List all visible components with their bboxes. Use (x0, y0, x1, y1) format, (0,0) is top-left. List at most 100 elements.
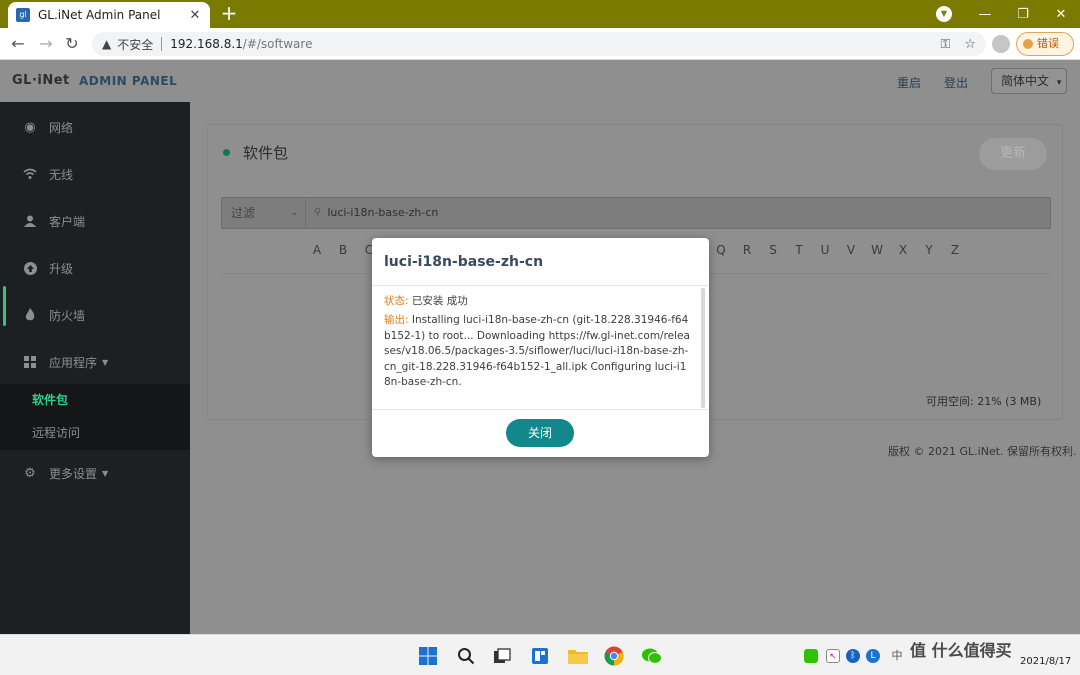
error-button[interactable]: 错误 (1016, 32, 1074, 56)
browser-tab[interactable]: gl GL.iNet Admin Panel ✕ (8, 2, 210, 28)
sidebar-item-label: 网络 (49, 120, 74, 135)
reload-icon[interactable]: ↻ (60, 32, 84, 56)
search-icon: ⚲ (314, 207, 322, 218)
tray-wechat-icon[interactable] (804, 649, 818, 663)
status-dot (223, 149, 230, 156)
alphabet-letter[interactable]: S (760, 243, 786, 257)
apps-icon (23, 355, 37, 369)
status-value: 已安装 成功 (411, 295, 468, 307)
status-label: 状态: (384, 295, 409, 307)
omnibox[interactable]: ▲ 不安全 192.168.8.1/#/software ⚿ ☆ (92, 32, 986, 56)
caret-down-icon: ▼ (102, 357, 109, 367)
sidebar-subitem-packages[interactable]: 软件包 (0, 384, 190, 417)
free-space-label: 可用空间: 21% (3 MB) (926, 395, 1042, 408)
alphabet-letter[interactable]: Y (916, 243, 942, 257)
wechat-icon[interactable] (640, 644, 664, 668)
output-text: Installing luci-i18n-base-zh-cn (git-18.… (384, 314, 690, 389)
sidebar-item-more-settings[interactable]: ⚙ 更多设置 ▼ (0, 450, 190, 496)
url-host: 192.168.8.1 (170, 37, 243, 51)
taskbar-date: 2021/8/17 (1020, 656, 1072, 667)
restore-icon[interactable]: ❐ (1004, 0, 1042, 28)
tab-title: GL.iNet Admin Panel (38, 8, 161, 22)
back-icon[interactable]: ← (6, 32, 30, 56)
copyright-footer: 版权 © 2021 GL.iNet. 保留所有权利. (888, 445, 1077, 458)
upgrade-icon (23, 261, 37, 275)
omnibox-separator (161, 37, 163, 51)
language-select[interactable]: 简体中文 ▾ (991, 68, 1067, 94)
sidebar-item-label: 防火墙 (49, 308, 86, 323)
alphabet-index-left: ABC (304, 243, 382, 257)
alphabet-index-right: QRSTUVWXYZ (708, 243, 968, 257)
language-value: 简体中文 (1001, 74, 1050, 88)
insecure-label[interactable]: 不安全 (117, 36, 153, 53)
dialog-title: luci-i18n-base-zh-cn (384, 254, 544, 270)
status-line: 状态: 已安装 成功 (384, 294, 690, 309)
sidebar-subitem-remote-access[interactable]: 远程访问 (0, 417, 190, 450)
tray-app-icon[interactable]: L (866, 649, 880, 663)
taskbar: ↖ ᛒ L 中 值 什么值得买 2021/8/17 (0, 634, 1080, 675)
search-value: luci-i18n-base-zh-cn (327, 206, 439, 219)
alphabet-letter[interactable]: Q (708, 243, 734, 257)
warning-icon: ▲ (102, 37, 112, 51)
new-tab-button[interactable]: + (218, 2, 240, 26)
dialog-scrollbar[interactable] (701, 288, 705, 408)
refresh-button[interactable]: 更新 (979, 138, 1047, 170)
chevron-down-icon: ⌄ (290, 208, 298, 218)
watermark-text: 值 什么值得买 (910, 641, 1012, 660)
globe-icon: ◉ (24, 119, 36, 135)
logout-link[interactable]: 登出 (944, 74, 968, 91)
chrome-icon[interactable] (602, 644, 626, 668)
alphabet-letter[interactable]: X (890, 243, 916, 257)
alphabet-letter[interactable]: B (330, 243, 356, 257)
alphabet-letter[interactable]: U (812, 243, 838, 257)
close-button[interactable]: 关闭 (506, 419, 574, 447)
sidebar-item-upgrade[interactable]: 升级 (0, 245, 190, 291)
search-input[interactable]: ⚲ luci-i18n-base-zh-cn (314, 198, 438, 228)
omnibox-actions: ⚿ ☆ (940, 32, 976, 56)
alphabet-letter[interactable]: V (838, 243, 864, 257)
ime-icon[interactable]: 中 (890, 649, 904, 663)
alphabet-letter[interactable]: A (304, 243, 330, 257)
star-icon[interactable]: ☆ (964, 37, 976, 52)
gl-inet-logo: GL·iNet (12, 73, 70, 88)
key-icon[interactable]: ⚿ (940, 37, 950, 52)
firewall-icon (23, 308, 37, 322)
tab-close-icon[interactable]: ✕ (188, 8, 202, 23)
sidebar-item-wireless[interactable]: 无线 (0, 151, 190, 197)
widgets-icon[interactable] (528, 644, 552, 668)
alphabet-letter[interactable]: R (734, 243, 760, 257)
output-line: 输出: Installing luci-i18n-base-zh-cn (git… (384, 313, 690, 390)
wifi-icon (23, 167, 37, 181)
sidebar-item-firewall[interactable]: 防火墙 (0, 292, 190, 338)
sidebar-item-label: 客户端 (49, 214, 86, 229)
window-controls: — ❐ ✕ (966, 0, 1080, 28)
bluetooth-icon[interactable]: ᛒ (846, 649, 860, 663)
file-explorer-icon[interactable] (566, 644, 590, 668)
alphabet-letter[interactable]: Z (942, 243, 968, 257)
install-result-dialog: luci-i18n-base-zh-cn 状态: 已安装 成功 输出: Inst… (372, 238, 709, 457)
tab-search-icon[interactable]: ▼ (936, 6, 952, 22)
minimize-icon[interactable]: — (966, 0, 1004, 28)
sidebar-item-label: 应用程序 (49, 355, 98, 370)
task-view-icon[interactable] (490, 644, 514, 668)
alphabet-letter[interactable]: W (864, 243, 890, 257)
sidebar-item-network[interactable]: ◉ 网络 (0, 104, 190, 150)
sidebar-item-label: 更多设置 (49, 466, 98, 481)
profile-icon[interactable] (992, 35, 1010, 53)
tray-cursor-icon[interactable]: ↖ (826, 649, 840, 663)
reboot-link[interactable]: 重启 (897, 74, 921, 91)
alphabet-letter[interactable]: T (786, 243, 812, 257)
page-title: 软件包 (243, 144, 289, 162)
admin-panel-label: ADMIN PANEL (79, 74, 178, 88)
browser-tab-strip: gl GL.iNet Admin Panel ✕ + ▼ — ❐ ✕ (0, 0, 1080, 28)
dialog-divider (372, 285, 709, 286)
filter-select[interactable]: 过滤 ⌄ (222, 198, 306, 228)
chevron-down-icon: ▾ (1056, 78, 1062, 88)
sidebar-item-clients[interactable]: 客户端 (0, 198, 190, 244)
dialog-footer-divider (372, 409, 709, 410)
window-close-icon[interactable]: ✕ (1042, 0, 1080, 28)
forward-icon[interactable]: → (34, 32, 58, 56)
sidebar-item-apps[interactable]: 应用程序 ▼ (0, 339, 190, 385)
windows-start-icon[interactable] (416, 644, 440, 668)
search-icon[interactable] (454, 644, 478, 668)
